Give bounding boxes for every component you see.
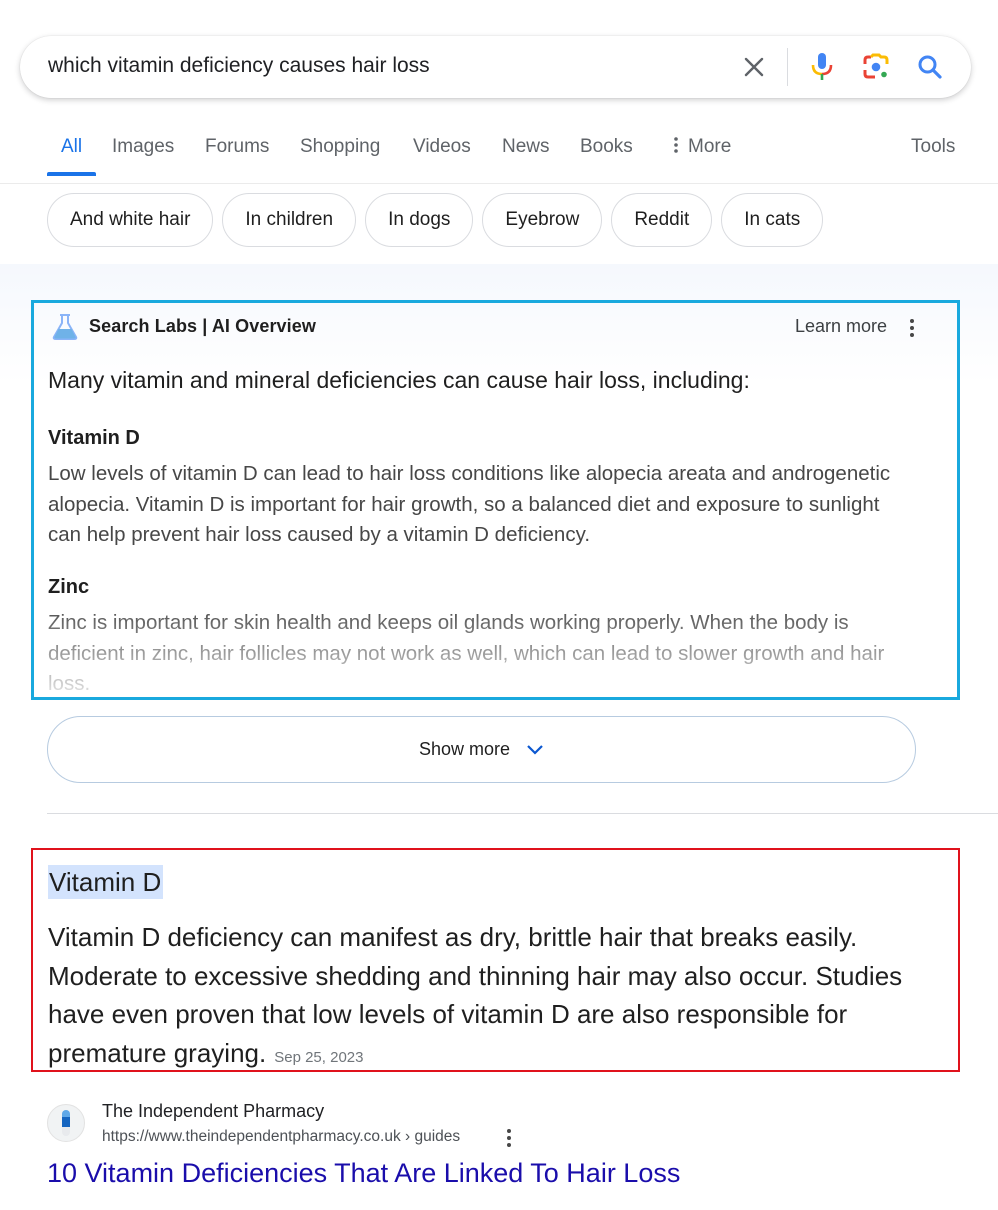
featured-snippet-body: Vitamin D deficiency can manifest as dry… [48,922,903,1068]
ai-overview-header: Search Labs | AI Overview Learn more [48,313,928,343]
site-favicon-icon [47,1104,85,1142]
result-options-icon[interactable] [503,1127,515,1149]
refinement-chips: And white hair In children In dogs Eyebr… [47,193,824,247]
microphone-icon[interactable] [807,52,837,82]
chip[interactable]: In children [222,193,357,247]
tab-images[interactable]: Images [112,136,174,158]
google-lens-icon[interactable] [861,52,891,82]
learn-more-link[interactable]: Learn more [795,316,887,337]
search-icon[interactable] [915,52,945,82]
tab-books[interactable]: Books [580,136,633,158]
result-site-name[interactable]: The Independent Pharmacy [102,1101,324,1122]
result-title-link[interactable]: 10 Vitamin Deficiencies That Are Linked … [47,1158,680,1189]
chip[interactable]: In dogs [365,193,474,247]
chip[interactable]: In cats [721,193,824,247]
ai-section-heading: Zinc [48,576,90,598]
more-options-icon[interactable] [906,315,918,341]
ai-overview-lead: Many vitamin and mineral deficiencies ca… [48,367,750,393]
ai-overview-fade [34,603,957,697]
search-tabs: All Images Forums Shopping Videos News B… [0,120,998,184]
ai-section-heading: Vitamin D [48,427,140,449]
tab-news[interactable]: News [502,136,550,158]
tools-button[interactable]: Tools [911,136,955,158]
featured-snippet: Vitamin D Vitamin D deficiency can manif… [31,848,960,1072]
featured-snippet-text: Vitamin D deficiency can manifest as dry… [48,918,938,1077]
tab-shopping[interactable]: Shopping [300,136,380,158]
chevron-down-icon [526,744,544,756]
search-input[interactable]: which vitamin deficiency causes hair los… [48,54,430,78]
flask-icon [52,313,78,346]
search-bar[interactable]: which vitamin deficiency causes hair los… [20,36,971,98]
section-divider [47,813,998,814]
ai-overview-title: Search Labs | AI Overview [89,316,316,336]
tab-all[interactable]: All [61,136,82,158]
active-tab-indicator [47,172,96,176]
result-url[interactable]: https://www.theindependentpharmacy.co.uk… [102,1128,460,1146]
featured-snippet-title: Vitamin D [48,865,164,899]
show-more-label: Show more [418,739,511,759]
chip[interactable]: And white hair [47,193,214,247]
tab-videos[interactable]: Videos [413,136,471,158]
tab-more[interactable]: More [672,136,731,158]
tab-more-label: More [688,136,732,157]
chip[interactable]: Eyebrow [482,193,603,247]
show-more-button[interactable]: Show more [47,716,916,783]
ai-section-text: Low levels of vitamin D can lead to hair… [48,462,891,546]
featured-snippet-date: Sep 25, 2023 [274,1048,364,1066]
ai-overview-panel: Search Labs | AI Overview Learn more Man… [31,300,960,700]
more-vertical-icon [674,137,678,153]
chip[interactable]: Reddit [611,193,713,247]
search-bar-divider [787,48,788,86]
tab-forums[interactable]: Forums [205,136,269,158]
clear-icon[interactable] [739,52,769,82]
